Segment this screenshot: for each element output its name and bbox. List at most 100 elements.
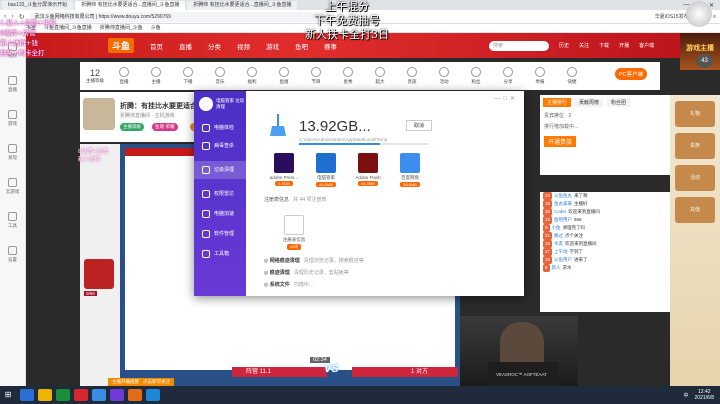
chat-user[interactable]: 新人 bbox=[552, 265, 561, 270]
chat-user[interactable]: 小鱼 bbox=[552, 225, 561, 230]
taskbar-app-icon[interactable] bbox=[74, 389, 88, 401]
cat-label: 快捷 bbox=[567, 79, 577, 84]
app-junk-item[interactable]: adobe Prem... 1.8GB bbox=[266, 153, 302, 187]
cat-item[interactable]: 鱼塘 bbox=[270, 67, 298, 85]
cat-item[interactable]: 音乐 bbox=[206, 67, 234, 85]
cleanup-row[interactable]: ◎ 网络痕迹清理 清理浏览记录、搜索痕迹等 bbox=[264, 257, 364, 264]
nav-match[interactable]: 赛事 bbox=[324, 41, 337, 51]
site-search-input[interactable]: 搜索 bbox=[489, 40, 550, 51]
chat-user[interactable]: 斗鱼鱼丸 bbox=[554, 193, 572, 198]
cat-item[interactable]: 活动 bbox=[430, 67, 458, 85]
cat-item[interactable]: 分享 bbox=[494, 67, 522, 85]
cleanup-row[interactable]: ◎ 痕迹清理 清理历史记录、剪贴板等 bbox=[264, 269, 349, 276]
tab-fans[interactable]: 粉丝团 bbox=[607, 98, 631, 107]
tab-rank[interactable]: 主播排行 bbox=[543, 98, 572, 107]
client-icon[interactable]: 客户端 bbox=[639, 42, 654, 49]
taskbar-app-icon[interactable] bbox=[128, 389, 142, 401]
rail-item-settings[interactable]: 设置 bbox=[0, 237, 25, 271]
nav-home[interactable]: 首页 bbox=[150, 41, 163, 51]
cat-item[interactable]: 节目 bbox=[302, 67, 330, 85]
chat-list[interactable]: 24 斗鱼鱼丸 来了啊 18 鱼丸拿来 主播好 30 Coder 欢迎来到直播间 12 鱼吧用… bbox=[540, 192, 670, 312]
clock[interactable]: 12:42 2021/6/8 bbox=[695, 389, 714, 401]
gold-entry[interactable]: 贵族 bbox=[675, 133, 715, 159]
rail-item-live[interactable]: 直播 bbox=[0, 67, 25, 101]
noble-button[interactable]: 开通贵族 bbox=[544, 136, 577, 147]
gold-entry[interactable]: 礼物 bbox=[675, 101, 715, 127]
news-link[interactable]: 华夏iOS15发布 bbox=[655, 13, 689, 20]
cloud-icon bbox=[8, 177, 17, 187]
cat-item[interactable]: 举报 bbox=[526, 67, 554, 85]
follow-icon[interactable]: 关注 bbox=[579, 42, 589, 49]
rail-item-tools[interactable]: 工具 bbox=[0, 203, 25, 237]
taskbar-app-icon[interactable] bbox=[20, 389, 34, 401]
cat-item[interactable]: 直播 bbox=[110, 67, 138, 85]
dialog-nav-item[interactable]: 电脑加速 bbox=[194, 205, 246, 223]
bookmark-item[interactable]: 折腾帅直播间_斗鱼 bbox=[100, 24, 143, 32]
cat-item[interactable]: 粉丝 bbox=[462, 67, 490, 85]
nav-live[interactable]: 直播 bbox=[179, 41, 192, 51]
cat-item[interactable]: 贵族 bbox=[398, 67, 426, 85]
gold-entry[interactable]: 充值 bbox=[675, 197, 715, 223]
registry-item[interactable]: 注册表信息 44项 bbox=[276, 215, 312, 250]
nav-game[interactable]: 游戏 bbox=[266, 41, 279, 51]
menu-icon[interactable]: ≡ bbox=[713, 14, 716, 20]
cat-item[interactable]: 福利 bbox=[238, 67, 266, 85]
pc-client-button[interactable]: PC客户端 bbox=[615, 68, 648, 80]
follow-banner[interactable]: 主播开播提醒 · 点击即可关注 bbox=[108, 378, 174, 386]
cat-item[interactable]: 主播 bbox=[142, 67, 170, 85]
chat-user[interactable]: 路过 bbox=[554, 233, 563, 238]
rail-item-cloud[interactable]: 云游戏 bbox=[0, 169, 25, 203]
dialog-nav-item[interactable]: 病毒查杀 bbox=[194, 137, 246, 155]
gift-icon[interactable] bbox=[84, 259, 114, 289]
cat-item[interactable]: 星秀 bbox=[334, 67, 362, 85]
rail-item-game[interactable]: 游戏 bbox=[0, 101, 25, 135]
app-junk-item[interactable]: 百度网盘 38.6MB bbox=[392, 153, 428, 188]
download-icon[interactable]: 下载 bbox=[599, 42, 609, 49]
taskbar-app-icon[interactable] bbox=[56, 389, 70, 401]
taskbar-app-icon[interactable] bbox=[110, 389, 124, 401]
history-icon[interactable]: 历史 bbox=[559, 42, 569, 49]
chip[interactable]: 鱼塘·荣耀 bbox=[152, 123, 178, 131]
close-icon[interactable]: ✕ bbox=[510, 96, 518, 102]
cat-item[interactable]: 超大 bbox=[366, 67, 394, 85]
avatar[interactable] bbox=[83, 98, 115, 130]
bookmark-item[interactable]: 斗鱼 bbox=[151, 24, 161, 32]
broadcast-icon[interactable]: 开播 bbox=[619, 42, 629, 49]
maximize-icon[interactable]: □ bbox=[503, 96, 510, 102]
dialog-nav-item-active[interactable]: 垃圾清理 bbox=[194, 161, 246, 179]
chat-user[interactable]: 鱼吧用户 bbox=[554, 217, 572, 222]
app-junk-item[interactable]: 电脑管家 84.6MB bbox=[308, 153, 344, 188]
cat-item[interactable]: 下播 bbox=[174, 67, 202, 85]
nav-category[interactable]: 分类 bbox=[208, 41, 221, 51]
cleanup-row[interactable]: ◎ 系统文件 扫描中... bbox=[264, 281, 313, 288]
browser-tab[interactable]: bas133_斗鱼分屏演示开始 bbox=[2, 0, 74, 10]
chat-user[interactable]: Coder bbox=[554, 209, 566, 214]
site-logo[interactable]: 斗鱼 bbox=[108, 38, 135, 53]
chat-user[interactable]: 上午场 bbox=[554, 249, 568, 254]
taskbar-app-icon[interactable] bbox=[38, 389, 52, 401]
browser-tab-active[interactable]: 折腾帅 有挂比水要更适合...直播间_斗鱼直播 bbox=[75, 0, 186, 10]
chat-user[interactable]: 斗鱼用户 bbox=[554, 257, 572, 262]
app-junk-item[interactable]: Adobe Flash 64.3MB bbox=[350, 153, 386, 187]
chat-user[interactable]: 水友 bbox=[554, 241, 563, 246]
chip[interactable]: 主播等级 bbox=[120, 123, 144, 131]
gold-entry[interactable]: 活动 bbox=[675, 165, 715, 191]
dialog-nav-item[interactable]: 电脑体检 bbox=[194, 119, 246, 137]
dialog-nav-item[interactable]: 工具箱 bbox=[194, 245, 246, 263]
cancel-button[interactable]: 取消 bbox=[406, 120, 432, 131]
broom-icon bbox=[202, 166, 210, 174]
nav-video[interactable]: 视频 bbox=[237, 41, 250, 51]
rail-item-discover[interactable]: 发现 bbox=[0, 135, 25, 169]
nav-yuba[interactable]: 鱼吧 bbox=[295, 41, 308, 51]
minimize-icon[interactable]: — bbox=[494, 96, 503, 102]
chat-user[interactable]: 鱼丸拿来 bbox=[554, 201, 572, 206]
cat-item[interactable]: 快捷 bbox=[558, 67, 586, 85]
windows-start-icon[interactable]: ⊞ bbox=[0, 386, 16, 404]
dialog-nav-item[interactable]: 权限雷达 bbox=[194, 185, 246, 203]
taskbar-app-icon[interactable] bbox=[92, 389, 106, 401]
dialog-nav-item[interactable]: 软件管理 bbox=[194, 225, 246, 243]
level-label: 主播等级 bbox=[86, 78, 104, 83]
taskbar-app-icon[interactable] bbox=[146, 389, 160, 401]
tab-weekly[interactable]: 贡献周榜 bbox=[575, 98, 604, 107]
ime-indicator[interactable]: 中 bbox=[684, 392, 689, 399]
